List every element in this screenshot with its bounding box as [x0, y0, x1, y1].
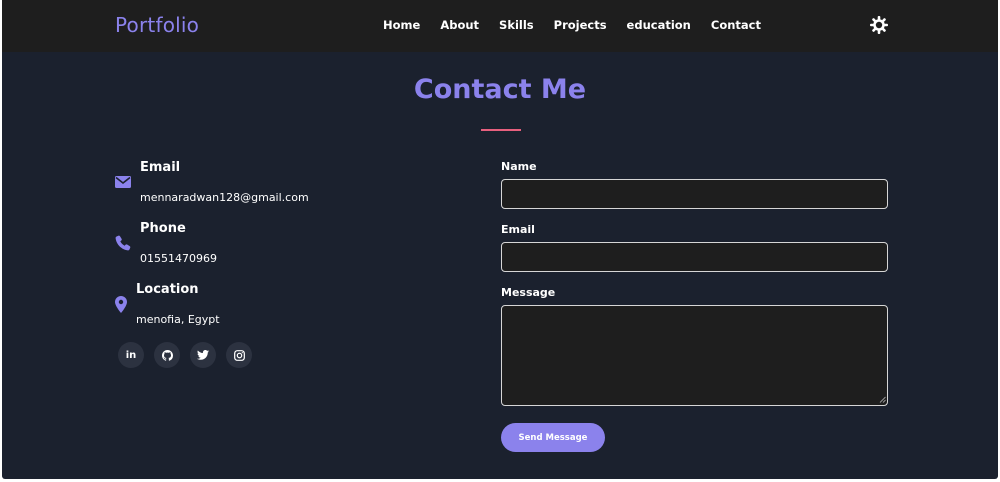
title-underline [481, 129, 521, 131]
navbar: Portfolio Home About Skills Projects edu… [2, 0, 998, 52]
nav-link-contact[interactable]: Contact [711, 18, 761, 32]
twitter-icon [197, 350, 209, 360]
contact-phone-value: 01551470969 [140, 252, 217, 265]
name-label: Name [501, 160, 537, 173]
message-textarea[interactable] [501, 305, 888, 406]
nav-links: Home About Skills Projects education Con… [383, 18, 781, 32]
sun-icon [870, 16, 888, 34]
message-label: Message [501, 286, 556, 299]
nav-link-projects[interactable]: Projects [554, 18, 607, 32]
section-title: Contact Me [413, 74, 587, 105]
contact-location-value: menofia, Egypt [136, 313, 220, 326]
theme-toggle-button[interactable] [869, 15, 889, 35]
resize-grip-icon[interactable] [879, 396, 886, 403]
nav-link-about[interactable]: About [440, 18, 479, 32]
phone-icon [115, 235, 131, 251]
contact-email-value: mennaradwan128@gmail.com [140, 191, 309, 204]
contact-location-title: Location [136, 282, 199, 297]
envelope-icon [115, 176, 131, 188]
instagram-button[interactable] [226, 342, 252, 368]
github-button[interactable] [154, 342, 180, 368]
brand-logo[interactable]: Portfolio [115, 13, 199, 37]
send-message-button[interactable]: Send Message [501, 423, 605, 452]
linkedin-button[interactable]: in [118, 342, 144, 368]
contact-email-title: Email [140, 160, 181, 175]
location-pin-icon [115, 296, 127, 313]
nav-link-home[interactable]: Home [383, 18, 420, 32]
instagram-icon [233, 349, 245, 361]
twitter-button[interactable] [190, 342, 216, 368]
page-frame: Portfolio Home About Skills Projects edu… [2, 0, 998, 479]
nav-link-education[interactable]: education [627, 18, 691, 32]
nav-link-skills[interactable]: Skills [499, 18, 534, 32]
email-label: Email [501, 223, 535, 236]
name-input[interactable] [501, 179, 888, 209]
github-icon [161, 349, 173, 361]
linkedin-icon: in [125, 349, 137, 361]
email-input[interactable] [501, 242, 888, 272]
contact-phone-title: Phone [140, 221, 186, 236]
